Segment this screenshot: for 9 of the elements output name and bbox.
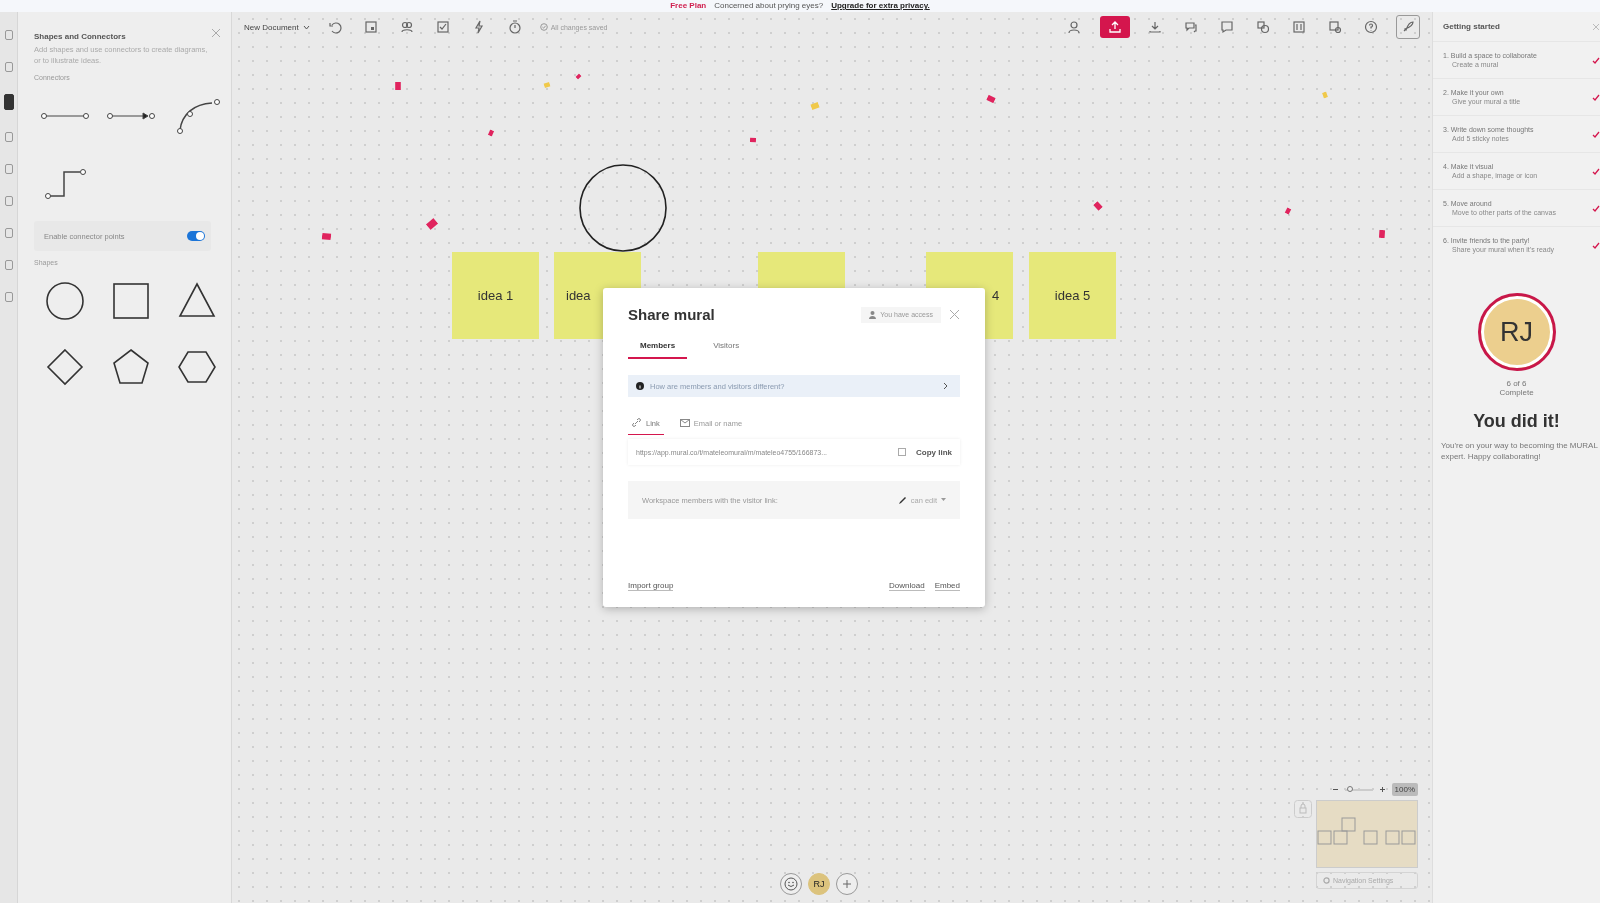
completion-message: You're on your way to becoming the MURAL expert. Happy collaborating! [1441,440,1599,462]
banner-message: Concerned about prying eyes? [714,0,824,12]
plan-label: Free Plan [670,0,707,12]
progress-label: Complete [1498,388,1535,397]
user-avatar: RJ [1477,293,1556,371]
panel-title: Shapes and Connectors [34,32,126,41]
completion-headline: You did it! [1472,411,1561,432]
progress-count: 6 of 6 [1505,379,1528,388]
panel-title: Getting started [1443,22,1500,31]
